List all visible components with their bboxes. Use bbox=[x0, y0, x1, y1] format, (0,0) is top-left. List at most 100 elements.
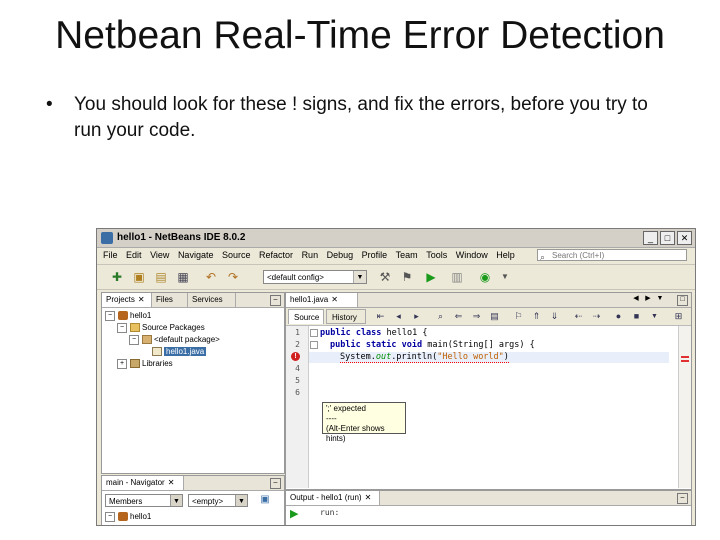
tree-source-packages[interactable]: − Source Packages bbox=[117, 322, 205, 333]
menu-refactor[interactable]: Refactor bbox=[259, 248, 293, 263]
minimize-panel-icon[interactable]: – bbox=[677, 493, 688, 504]
error-badge-icon[interactable]: ! bbox=[291, 352, 300, 361]
save-all-icon[interactable]: ▦ bbox=[175, 269, 191, 285]
minimize-icon[interactable]: _ bbox=[643, 231, 658, 245]
split-editor-icon[interactable]: ⊞ bbox=[672, 310, 685, 323]
rerun-icon[interactable]: ▶ bbox=[290, 508, 302, 520]
search-input[interactable]: ⌕ Search (Ctrl+I) bbox=[537, 249, 687, 262]
menu-view[interactable]: View bbox=[150, 248, 169, 263]
minimize-panel-icon[interactable]: – bbox=[270, 478, 281, 489]
collapse-icon[interactable]: − bbox=[117, 322, 127, 333]
tab-hello1-java[interactable]: hello1.java ✕ bbox=[286, 293, 358, 307]
next-bookmark-icon[interactable]: ⇓ bbox=[548, 310, 561, 323]
window-titlebar[interactable]: hello1 - NetBeans IDE 8.0.2 _ □ ✕ bbox=[97, 229, 695, 248]
fold-marker-icon[interactable] bbox=[310, 329, 318, 337]
start-macro-icon[interactable]: ● bbox=[612, 310, 625, 323]
tab-files[interactable]: Files bbox=[152, 293, 188, 307]
menu-source[interactable]: Source bbox=[222, 248, 251, 263]
window-controls: _ □ ✕ bbox=[641, 231, 692, 245]
error-stripe-mark[interactable] bbox=[681, 356, 689, 358]
dropdown-arrow-icon[interactable]: ▼ bbox=[497, 269, 513, 285]
fold-marker-icon[interactable] bbox=[310, 341, 318, 349]
maximize-panel-icon[interactable]: □ bbox=[677, 295, 688, 306]
menu-navigate[interactable]: Navigate bbox=[178, 248, 214, 263]
toggle-highlight-icon[interactable]: ▤ bbox=[488, 310, 501, 323]
menu-debug[interactable]: Debug bbox=[327, 248, 354, 263]
tooltip-message: ';' expected bbox=[326, 404, 366, 413]
libraries-label: Libraries bbox=[142, 359, 173, 368]
forward-icon[interactable]: ▸ bbox=[410, 310, 423, 323]
undo-icon[interactable]: ↶ bbox=[203, 269, 219, 285]
code-line-1[interactable]: public class hello1 { bbox=[320, 328, 427, 338]
menu-help[interactable]: Help bbox=[496, 248, 515, 263]
config-select[interactable]: <default config> ▼ bbox=[263, 270, 367, 284]
collapse-icon[interactable]: − bbox=[129, 334, 139, 345]
navigator-options-icon[interactable]: ▣ bbox=[258, 493, 272, 507]
members-select[interactable]: Members ▼ bbox=[105, 494, 183, 507]
toolbar-more-icon[interactable]: ▼ bbox=[648, 310, 661, 323]
line-number: 1 bbox=[295, 328, 300, 337]
tree-libraries[interactable]: + Libraries bbox=[117, 358, 173, 369]
close-icon[interactable]: ✕ bbox=[138, 295, 145, 304]
code-text: System. bbox=[340, 352, 376, 362]
source-packages-label: Source Packages bbox=[142, 323, 205, 332]
run-project-icon[interactable]: ▶ bbox=[423, 269, 439, 285]
close-icon[interactable]: ✕ bbox=[168, 478, 175, 487]
last-edit-icon[interactable]: ⇤ bbox=[374, 310, 387, 323]
profile-icon[interactable]: ◉ bbox=[477, 269, 493, 285]
tab-projects-label: Projects bbox=[106, 295, 135, 304]
find-icon[interactable]: ⌕ bbox=[434, 310, 447, 323]
expand-icon[interactable]: + bbox=[117, 358, 127, 369]
new-file-icon[interactable]: ✚ bbox=[109, 269, 125, 285]
build-icon[interactable]: ⚒ bbox=[377, 269, 393, 285]
new-project-icon[interactable]: ▣ bbox=[131, 269, 147, 285]
tree-default-package[interactable]: − <default package> bbox=[129, 334, 220, 345]
menu-file[interactable]: File bbox=[103, 248, 118, 263]
stop-macro-icon[interactable]: ■ bbox=[630, 310, 643, 323]
code-line-3[interactable]: System.out.println("Hello world") bbox=[340, 352, 509, 363]
menu-tools[interactable]: Tools bbox=[426, 248, 447, 263]
error-tooltip: ';' expected ---- (Alt-Enter shows hints… bbox=[322, 402, 406, 443]
tab-services[interactable]: Services bbox=[188, 293, 236, 307]
close-icon[interactable]: ✕ bbox=[677, 231, 692, 245]
debug-icon[interactable]: ▥ bbox=[449, 269, 465, 285]
shift-left-icon[interactable]: ⇠ bbox=[572, 310, 585, 323]
previous-bookmark-icon[interactable]: ⇑ bbox=[530, 310, 543, 323]
menu-profile[interactable]: Profile bbox=[362, 248, 388, 263]
redo-icon[interactable]: ↷ bbox=[225, 269, 241, 285]
filter-select[interactable]: <empty> ▼ bbox=[188, 494, 248, 507]
tab-list-icon[interactable]: ▼ bbox=[655, 293, 665, 305]
tab-projects[interactable]: Projects ✕ bbox=[102, 293, 152, 307]
navigator-item[interactable]: − hello1 bbox=[105, 511, 151, 522]
tab-history[interactable]: History bbox=[326, 309, 366, 324]
tree-project-node[interactable]: − hello1 bbox=[105, 310, 151, 321]
menu-run[interactable]: Run bbox=[302, 248, 319, 263]
find-previous-icon[interactable]: ⇐ bbox=[452, 310, 465, 323]
tab-navigator[interactable]: main - Navigator ✕ bbox=[102, 476, 184, 490]
line-number: 5 bbox=[295, 376, 300, 385]
back-icon[interactable]: ◂ bbox=[392, 310, 405, 323]
code-line-2[interactable]: public static void main(String[] args) { bbox=[330, 340, 535, 350]
menu-edit[interactable]: Edit bbox=[126, 248, 142, 263]
close-icon[interactable]: ✕ bbox=[365, 493, 372, 502]
clean-build-icon[interactable]: ⚑ bbox=[399, 269, 415, 285]
open-project-icon[interactable]: ▤ bbox=[153, 269, 169, 285]
maximize-icon[interactable]: □ bbox=[660, 231, 675, 245]
scroll-right-icon[interactable]: ▶ bbox=[643, 293, 653, 305]
collapse-icon[interactable]: − bbox=[105, 511, 115, 522]
toggle-bookmark-icon[interactable]: ⚐ bbox=[512, 310, 525, 323]
menu-window[interactable]: Window bbox=[456, 248, 488, 263]
menu-team[interactable]: Team bbox=[396, 248, 418, 263]
collapse-icon[interactable]: − bbox=[105, 310, 115, 321]
editor-scrollbar[interactable] bbox=[678, 326, 691, 488]
tab-source[interactable]: Source bbox=[288, 309, 324, 324]
scroll-left-icon[interactable]: ◀ bbox=[631, 293, 641, 305]
shift-right-icon[interactable]: ⇢ bbox=[590, 310, 603, 323]
close-icon[interactable]: ✕ bbox=[331, 295, 338, 304]
minimize-panel-icon[interactable]: – bbox=[270, 295, 281, 306]
find-next-icon[interactable]: ⇒ bbox=[470, 310, 483, 323]
error-stripe-mark[interactable] bbox=[681, 360, 689, 362]
code-text: ) bbox=[503, 352, 509, 362]
tab-output[interactable]: Output - hello1 (run) ✕ bbox=[286, 491, 380, 505]
tree-java-file[interactable]: hello1.java bbox=[152, 346, 207, 357]
